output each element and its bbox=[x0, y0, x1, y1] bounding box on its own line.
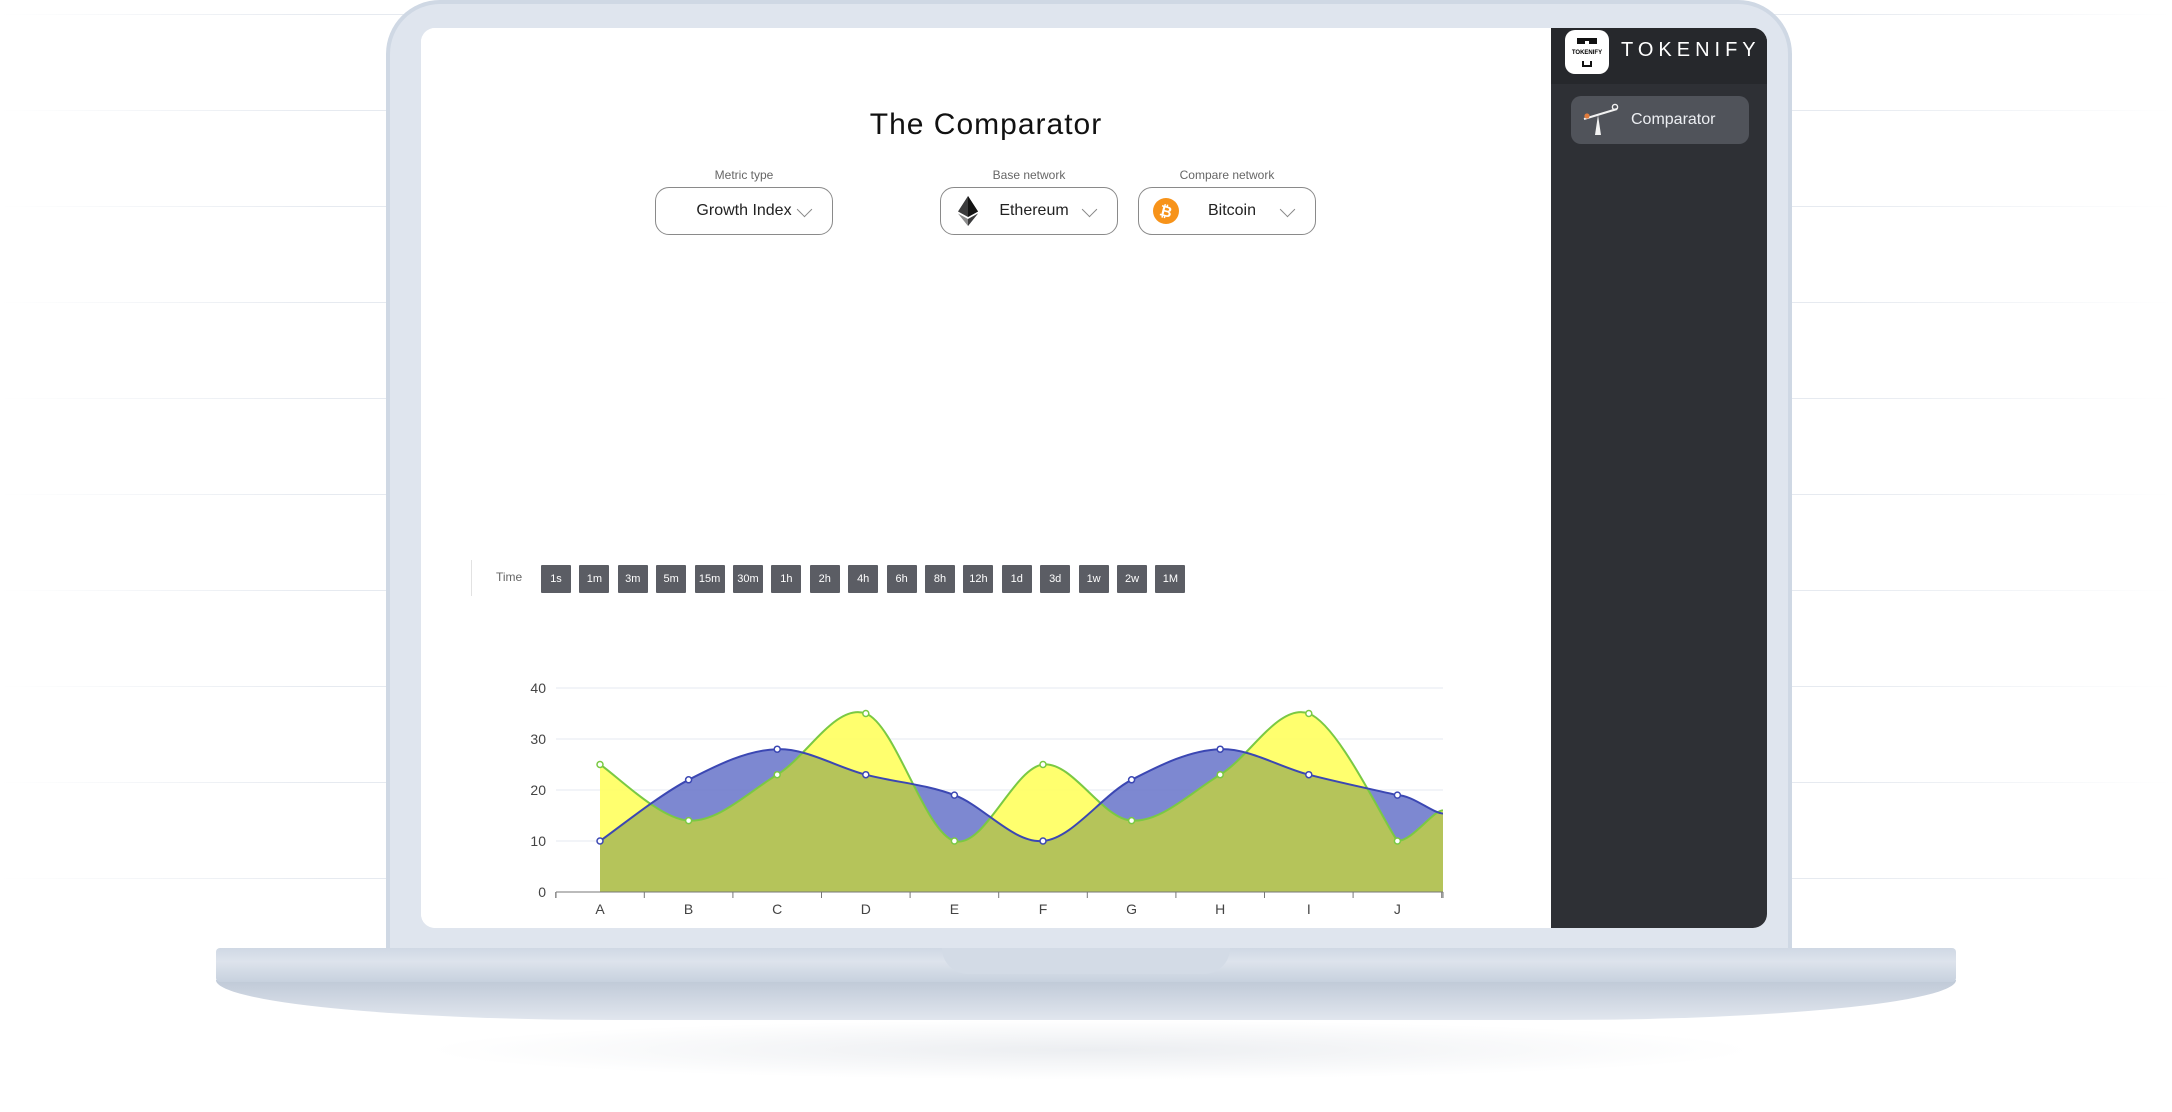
series-1-point bbox=[1127, 816, 1136, 825]
time-label: Time bbox=[496, 570, 523, 584]
metric-type-select[interactable]: Growth Index bbox=[655, 187, 833, 235]
x-tick-label: A bbox=[595, 901, 605, 917]
series-2-point bbox=[950, 791, 959, 799]
time-option-6h[interactable]: 6h bbox=[886, 565, 917, 593]
time-option-30m[interactable]: 30m bbox=[733, 565, 763, 593]
time-option-3d[interactable]: 3d bbox=[1040, 565, 1071, 593]
sidebar-item-label: Comparator bbox=[1631, 111, 1716, 128]
y-tick-label: 0 bbox=[538, 884, 546, 900]
time-option-15m[interactable]: 15m bbox=[694, 565, 725, 593]
series-1-point bbox=[596, 760, 604, 769]
series-2-point bbox=[684, 776, 693, 784]
base-network-select[interactable]: Ethereum bbox=[940, 187, 1118, 235]
time-option-1s[interactable]: 1s bbox=[541, 565, 571, 593]
time-option-1h[interactable]: 1h bbox=[771, 565, 802, 593]
metric-type-label: Metric type bbox=[714, 168, 774, 182]
base-network-label: Base network bbox=[992, 168, 1066, 182]
comparison-chart: 0 10 20 30 40 A B C D E F G H I J bbox=[421, 628, 1551, 928]
main-content: The Comparator Metric type Growth Index … bbox=[421, 28, 1551, 928]
y-tick-label: 20 bbox=[530, 782, 546, 798]
base-network-group: Base network Ethereum bbox=[940, 168, 1118, 235]
series-2-point bbox=[1216, 745, 1224, 753]
laptop-notch bbox=[942, 948, 1230, 974]
sidebar-header: TOKENIFY TOKENIFY bbox=[1551, 28, 1767, 84]
seesaw-icon bbox=[1583, 103, 1619, 135]
time-option-4h[interactable]: 4h bbox=[848, 565, 879, 593]
series-1-point bbox=[1216, 770, 1224, 779]
series-2-point bbox=[1305, 770, 1313, 779]
compare-network-group: Compare network ₿ Bitcoin bbox=[1138, 168, 1316, 235]
y-tick-label: 30 bbox=[530, 731, 546, 747]
series-1-point bbox=[684, 816, 693, 825]
sidebar: TOKENIFY TOKENIFY Comparator bbox=[1551, 28, 1767, 928]
time-divider bbox=[471, 560, 472, 596]
time-option-2w[interactable]: 2w bbox=[1117, 565, 1147, 593]
x-tick-label: E bbox=[950, 901, 959, 917]
series-2-point bbox=[862, 770, 870, 779]
metric-type-group: Metric type Growth Index bbox=[655, 168, 833, 235]
time-option-5m[interactable]: 5m bbox=[656, 565, 687, 593]
x-tick-label: G bbox=[1126, 901, 1137, 917]
base-network-value: Ethereum bbox=[999, 202, 1069, 219]
x-tick-label: F bbox=[1039, 901, 1048, 917]
chevron-down-icon bbox=[796, 201, 813, 218]
ethereum-icon bbox=[958, 196, 978, 226]
series-2-point bbox=[773, 745, 781, 753]
series-2-point bbox=[1393, 791, 1402, 799]
series-2-point bbox=[596, 837, 604, 845]
series-1-point bbox=[950, 837, 959, 845]
series-1-point bbox=[1305, 709, 1313, 718]
x-tick-label: D bbox=[861, 901, 871, 917]
tokenify-logo[interactable]: TOKENIFY bbox=[1565, 30, 1609, 74]
sidebar-item-comparator[interactable]: Comparator bbox=[1571, 96, 1749, 144]
series-2-point bbox=[1127, 776, 1136, 784]
page-title: The Comparator bbox=[869, 108, 1103, 142]
time-option-1m[interactable]: 1m bbox=[579, 565, 610, 593]
series-1-point bbox=[862, 709, 870, 718]
x-tick-label: C bbox=[772, 901, 782, 917]
bitcoin-icon: ₿ bbox=[1153, 198, 1179, 224]
series-1-point bbox=[1039, 760, 1047, 769]
compare-network-label: Compare network bbox=[1179, 168, 1275, 182]
laptop-screen: The Comparator Metric type Growth Index … bbox=[421, 28, 1767, 928]
brand-name: TOKENIFY bbox=[1621, 39, 1761, 61]
x-tick-label: B bbox=[684, 901, 693, 917]
metric-type-value: Growth Index bbox=[696, 202, 792, 219]
y-tick-label: 40 bbox=[530, 680, 546, 696]
time-option-1w[interactable]: 1w bbox=[1078, 565, 1109, 593]
time-option-3m[interactable]: 3m bbox=[617, 565, 648, 593]
time-option-1M[interactable]: 1M bbox=[1155, 565, 1186, 593]
time-option-8h[interactable]: 8h bbox=[925, 565, 955, 593]
x-tick-label: J bbox=[1394, 901, 1401, 917]
time-option-12h[interactable]: 12h bbox=[963, 565, 994, 593]
time-option-1d[interactable]: 1d bbox=[1001, 565, 1032, 593]
compare-network-value: Bitcoin bbox=[1207, 202, 1257, 219]
logo-text: TOKENIFY bbox=[1571, 50, 1603, 56]
series-2-point bbox=[1039, 837, 1047, 845]
series-1-point bbox=[1393, 837, 1402, 845]
area-chart: 0 10 20 30 40 A B C D E F G H I J bbox=[530, 680, 1444, 917]
x-tick-label: H bbox=[1215, 901, 1225, 917]
x-tick-label: I bbox=[1307, 901, 1311, 917]
chevron-down-icon bbox=[1279, 201, 1296, 218]
laptop-shadow bbox=[420, 1020, 1760, 1080]
chevron-down-icon bbox=[1081, 201, 1098, 218]
compare-network-select[interactable]: ₿ Bitcoin bbox=[1138, 187, 1316, 235]
y-tick-label: 10 bbox=[530, 833, 546, 849]
series-1-point bbox=[773, 770, 781, 779]
laptop-base-bottom bbox=[216, 980, 1956, 1020]
time-option-2h[interactable]: 2h bbox=[809, 565, 840, 593]
